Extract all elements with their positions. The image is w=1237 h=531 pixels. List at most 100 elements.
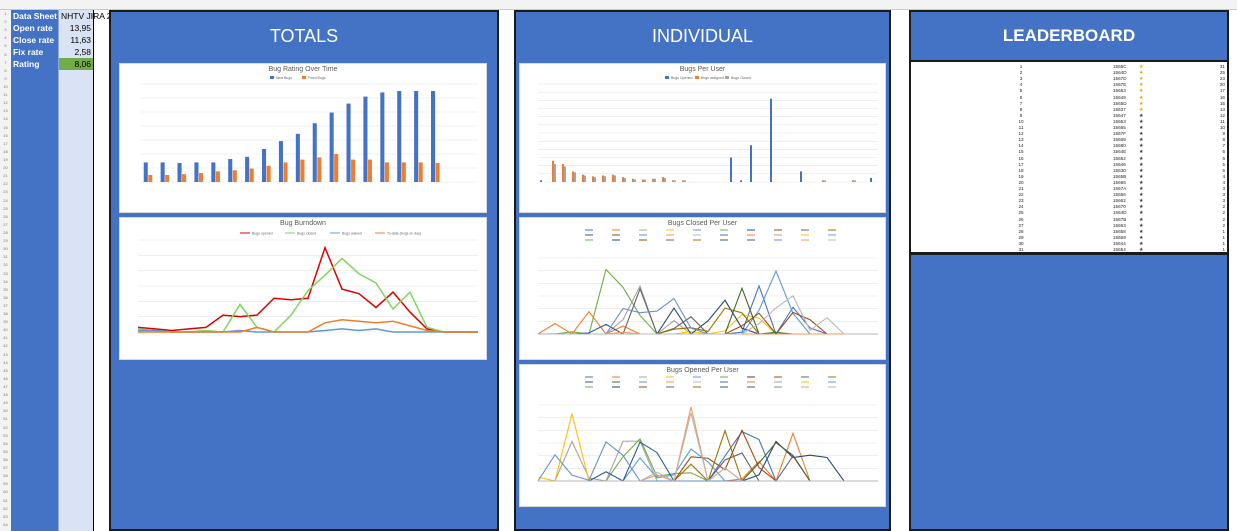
series-line — [538, 406, 878, 482]
row-number: 20 — [3, 165, 8, 171]
row-number: 40 — [3, 327, 8, 333]
totals-title: TOTALS — [269, 26, 339, 46]
legend-swatch — [695, 76, 699, 79]
bar — [870, 177, 872, 182]
bar — [165, 175, 170, 182]
chart-title: Bugs Opened Per User — [666, 367, 739, 374]
bar — [614, 175, 616, 182]
legend-label: Bugs waived — [342, 232, 362, 236]
bar — [572, 171, 574, 182]
bar — [384, 162, 389, 182]
data-sheet-labels: Data Sheet Open rate Close rate Fix rate Rat… — [11, 10, 58, 531]
legend-swatch — [725, 76, 729, 79]
bar — [554, 164, 556, 182]
series-line — [538, 297, 878, 335]
bar — [634, 179, 636, 182]
row-number: 34 — [3, 278, 8, 284]
bug-burndown-svg: Bugs opened Bugs closed Bugs waived To-date… — [137, 232, 478, 333]
row-number: 8 — [4, 67, 7, 73]
bar — [770, 98, 772, 182]
series-line — [538, 440, 878, 482]
series-line — [538, 448, 878, 482]
row-number: 32 — [3, 262, 8, 268]
individual-title: INDIVIDUAL — [651, 26, 754, 46]
bugs-closed-svg — [537, 229, 878, 336]
bar — [363, 96, 368, 182]
sheet-value[interactable]: 13,95 — [59, 22, 93, 34]
bar — [674, 180, 676, 182]
series-line — [538, 269, 878, 335]
row-number: 54 — [3, 440, 8, 446]
sheet-value[interactable]: 8,06 — [59, 58, 93, 70]
sheet-label[interactable]: Open rate — [11, 22, 60, 34]
row-number: 24 — [3, 197, 8, 203]
bar — [148, 175, 153, 182]
bar — [682, 180, 684, 182]
row-number: 15 — [3, 124, 8, 130]
series-line — [537, 413, 878, 482]
column-header-strip — [0, 0, 1237, 10]
bar — [644, 179, 646, 182]
bugs-per-user-chart[interactable]: Bugs Per User Bugs Opened Bugs assigned Bu… — [519, 63, 886, 213]
bar — [822, 180, 824, 182]
row-number: 3 — [4, 27, 7, 33]
chart-title: Bugs Closed Per User — [667, 220, 738, 227]
row-number: 4 — [4, 35, 7, 41]
row-number: 14 — [3, 116, 8, 122]
row-number: 12 — [3, 100, 8, 106]
sheet-label[interactable]: Close rate — [11, 34, 60, 46]
bar — [632, 178, 634, 182]
row-number: 57 — [3, 465, 8, 471]
sheet-label[interactable]: Fix rate — [11, 46, 60, 58]
bug-burndown-chart[interactable]: Bug Burndown Bugs opened Bugs closed Bugs … — [119, 217, 487, 360]
series-line — [538, 440, 878, 482]
bar — [397, 91, 402, 182]
bugs-opened-per-user-chart[interactable]: Bugs Opened Per User — [519, 364, 886, 507]
row-number: 22 — [3, 181, 8, 187]
row-number: 48 — [3, 392, 8, 398]
bugs-opened-svg — [537, 376, 878, 483]
series-line — [538, 430, 878, 482]
bar — [624, 177, 626, 182]
bar — [143, 162, 148, 182]
bug-rating-svg: New Bugs Fixed Bugs — [140, 76, 478, 183]
row-number: 17 — [3, 140, 8, 146]
row-number: 50 — [3, 408, 8, 414]
chart-title: Bugs Per User — [679, 66, 726, 73]
sheet-value[interactable]: 2,58 — [59, 46, 93, 58]
bugs-closed-per-user-chart[interactable]: Bugs Closed Per User — [519, 217, 886, 360]
bar — [317, 157, 322, 182]
row-number: 36 — [3, 294, 8, 300]
bar — [852, 180, 854, 182]
bar — [622, 177, 624, 182]
legend-label: Fixed Bugs — [308, 76, 326, 80]
leaderboard-header: LEADERBOARD — [911, 12, 1227, 62]
row-number: 60 — [3, 489, 8, 495]
series-line — [538, 268, 878, 335]
bar — [401, 162, 406, 182]
bar — [740, 180, 742, 182]
sheet-label[interactable]: Rating — [11, 58, 60, 70]
legend-label: Bugs Closed — [731, 76, 751, 80]
bar — [584, 175, 586, 182]
row-number: 49 — [3, 400, 8, 406]
bar — [414, 91, 419, 182]
series-line — [538, 438, 878, 482]
row-number: 41 — [3, 335, 8, 341]
bar — [194, 162, 199, 182]
sheet-value[interactable]: 11,63 — [59, 34, 93, 46]
bar — [435, 162, 440, 182]
row-number: 27 — [3, 221, 8, 227]
row-number: 13 — [3, 108, 8, 114]
sheet-label[interactable]: Data Sheet — [11, 10, 60, 22]
bar — [249, 168, 254, 182]
bar — [800, 171, 802, 182]
row-number: 53 — [3, 432, 8, 438]
legend-label: New Bugs — [276, 76, 292, 80]
bug-rating-chart[interactable]: Bug Rating Over Time New Bugs Fixed Bugs — [119, 63, 487, 213]
row-number: 28 — [3, 229, 8, 235]
sheet-value[interactable]: NHTV JIRA 20 — [59, 10, 116, 22]
bar — [232, 170, 237, 182]
series-line — [538, 413, 878, 482]
row-number: 21 — [3, 173, 8, 179]
